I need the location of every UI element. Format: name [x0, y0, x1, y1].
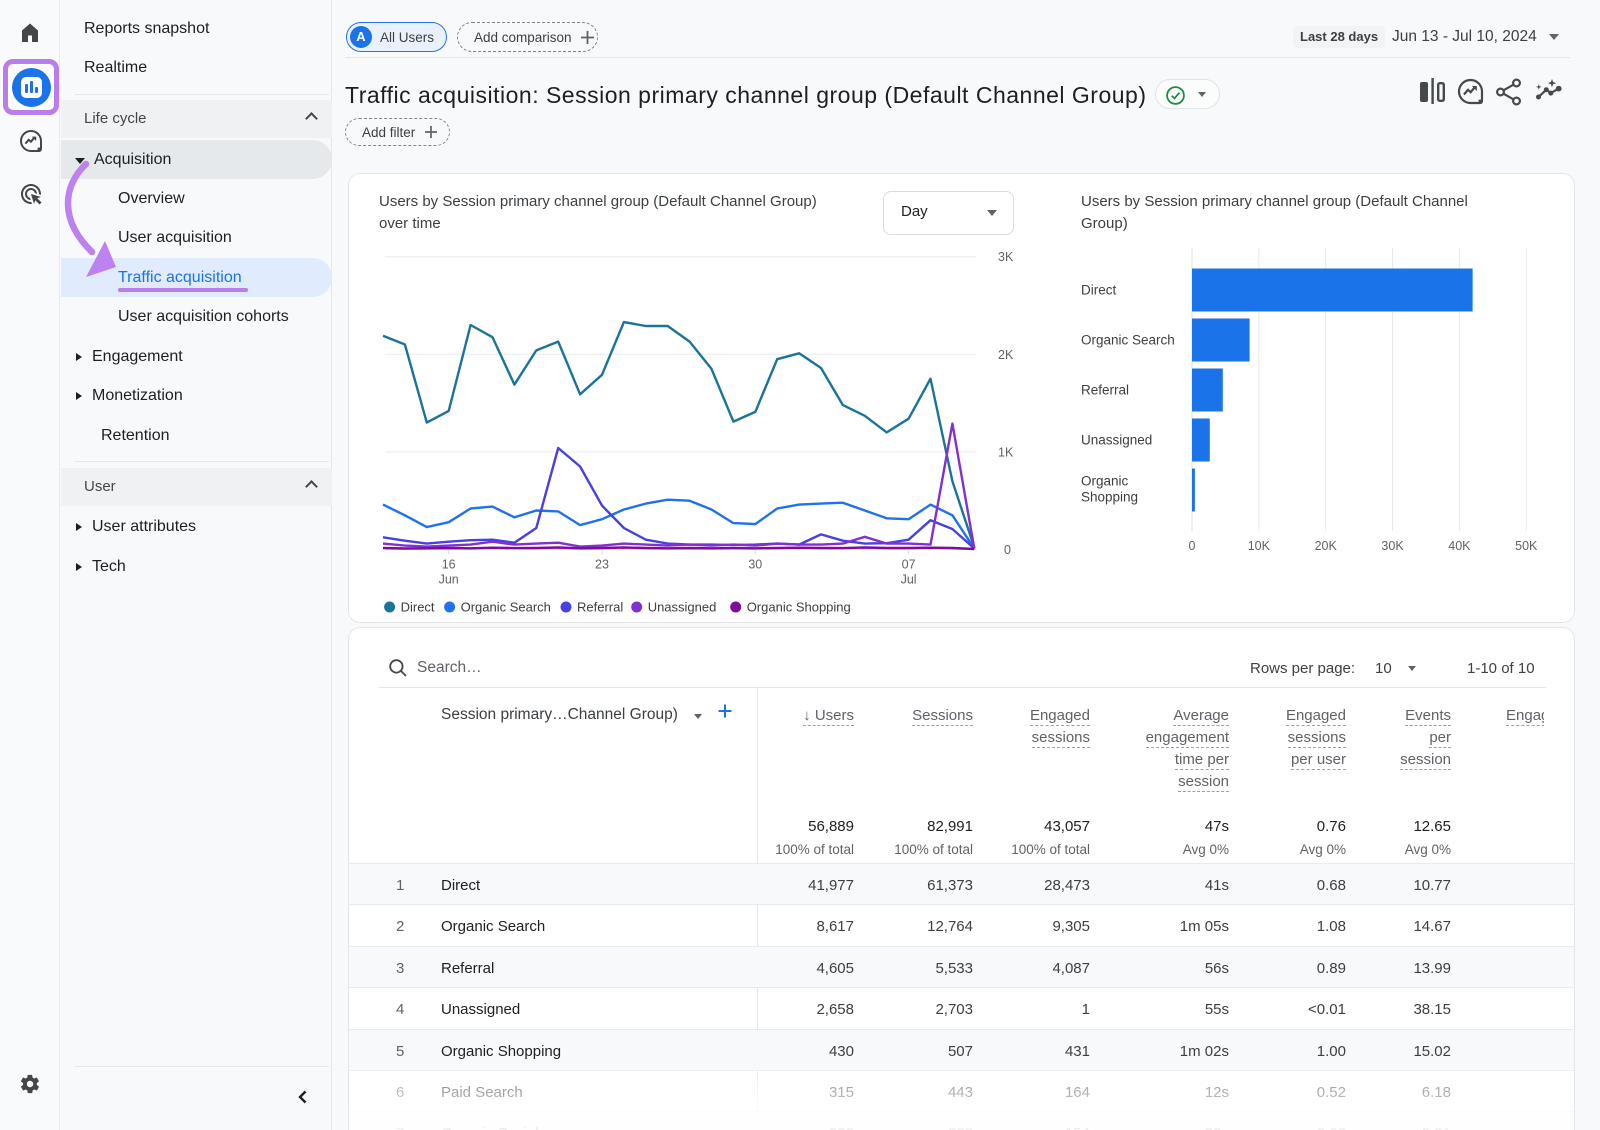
svg-text:30K: 30K — [1381, 539, 1404, 553]
svg-text:Direct: Direct — [1081, 283, 1117, 298]
svg-text:10K: 10K — [1248, 539, 1271, 553]
svg-text:Unassigned: Unassigned — [1081, 433, 1152, 448]
svg-text:Organic: Organic — [1081, 474, 1129, 489]
svg-text:Referral: Referral — [1081, 383, 1129, 398]
svg-text:40K: 40K — [1448, 539, 1471, 553]
svg-text:50K: 50K — [1515, 539, 1538, 553]
svg-text:Shopping: Shopping — [1081, 490, 1138, 505]
svg-text:20K: 20K — [1315, 539, 1338, 553]
svg-text:Organic Search: Organic Search — [1081, 333, 1175, 348]
svg-text:0: 0 — [1189, 539, 1196, 553]
